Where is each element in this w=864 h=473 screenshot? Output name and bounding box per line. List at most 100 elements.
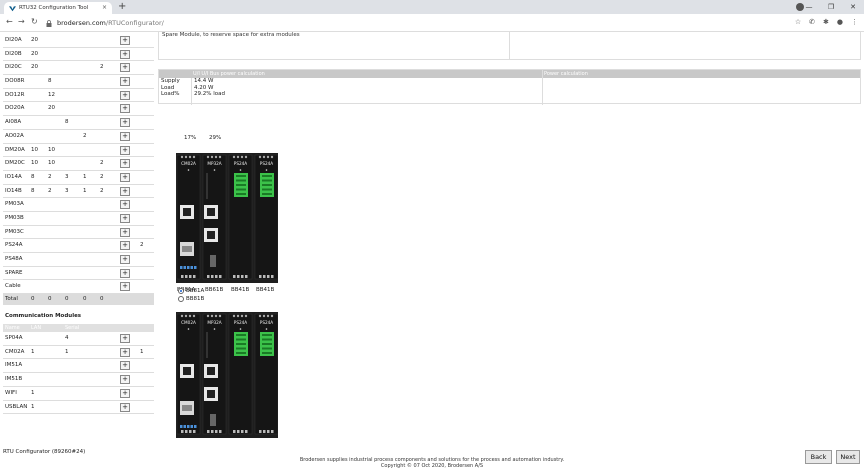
- backplane-option-bb81a[interactable]: BB81A: [178, 288, 204, 294]
- add-module-button[interactable]: +: [120, 282, 130, 292]
- add-module-button[interactable]: +: [120, 104, 130, 114]
- add-comm-module-button[interactable]: +: [120, 361, 130, 371]
- add-module-button[interactable]: +: [120, 90, 130, 100]
- reload-icon[interactable]: ↻: [31, 17, 38, 26]
- add-comm-module-button[interactable]: +: [120, 402, 130, 412]
- top-pin: [192, 155, 196, 159]
- add-module-button[interactable]: +: [120, 49, 130, 59]
- add-module-button[interactable]: +: [120, 145, 130, 155]
- top-pin: [184, 155, 188, 159]
- brodersen-favicon-icon: [9, 5, 16, 11]
- usb-port: [182, 405, 192, 411]
- top-pin: [188, 314, 192, 318]
- power-label: Load: [161, 84, 175, 91]
- add-module-button[interactable]: +: [120, 213, 130, 223]
- footer-copyright: Copyright © 07 Oct 2020, Brodersen A/S: [380, 463, 484, 469]
- window-controls: — ❐ ✕: [798, 0, 864, 14]
- bottom-pin: [271, 430, 274, 433]
- total-value: 0: [100, 296, 104, 303]
- bottom-pin: [259, 275, 262, 278]
- close-window-icon[interactable]: ✕: [842, 3, 864, 11]
- profile-icon[interactable]: ●: [837, 18, 843, 26]
- module-row-do20a: DO20A 20 +: [3, 102, 154, 117]
- rack-module-label: CM02A: [181, 320, 196, 325]
- comm-header-serial: Serial: [65, 325, 80, 332]
- terminal-screw: [236, 334, 246, 336]
- add-module-button[interactable]: +: [120, 131, 130, 141]
- module-count: 2: [140, 242, 144, 249]
- add-module-button[interactable]: +: [120, 36, 130, 45]
- tab-close-icon[interactable]: ×: [102, 4, 107, 11]
- menu-kebab-icon[interactable]: ⋮: [851, 18, 858, 26]
- add-comm-module-button[interactable]: +: [120, 375, 130, 385]
- bottom-pin: [215, 430, 218, 433]
- add-module-button[interactable]: +: [120, 227, 130, 237]
- add-comm-module-button[interactable]: +: [120, 334, 130, 344]
- dip-switch: [187, 425, 190, 428]
- back-button[interactable]: Back: [805, 450, 832, 464]
- add-module-button[interactable]: +: [120, 268, 130, 278]
- bottom-pin: [259, 430, 262, 433]
- footer: Brodersen supplies industrial process co…: [0, 457, 864, 469]
- comm-name: SP04A: [5, 335, 23, 342]
- top-pin: [258, 314, 262, 318]
- add-module-button[interactable]: +: [120, 118, 130, 128]
- backplane-option-bb81b[interactable]: BB81B: [178, 296, 204, 302]
- maximize-icon[interactable]: ❐: [820, 3, 842, 11]
- dip-switch: [190, 425, 193, 428]
- module-value: 10: [31, 146, 38, 153]
- bottom-pin: [181, 275, 184, 278]
- top-pin: [206, 314, 210, 318]
- module-name: DI20A: [5, 37, 22, 43]
- extension-puzzle-icon[interactable]: ✱: [823, 18, 829, 26]
- add-module-button[interactable]: +: [120, 172, 130, 182]
- top-pin: [258, 155, 262, 159]
- power-header: U/I U/I Bus power calculation Power calc…: [159, 70, 860, 78]
- add-module-button[interactable]: +: [120, 200, 130, 210]
- terminal-screw: [262, 334, 272, 336]
- comm-name: USBLAN: [5, 403, 28, 410]
- comm-header-row: Name LAN Serial: [3, 324, 154, 333]
- module-name: PS48A: [5, 256, 23, 262]
- bottom-pin: [193, 430, 196, 433]
- toolbar-icons: ☆ ✆ ✱ ● ⋮: [795, 18, 858, 26]
- add-module-button[interactable]: +: [120, 186, 130, 196]
- forward-arrow-icon[interactable]: →: [18, 17, 25, 26]
- rack-drawing: CM02A MP32A PS24A PS24A: [176, 313, 279, 435]
- add-module-button[interactable]: +: [120, 77, 130, 87]
- rack-image-2: CM02A MP32A PS24A PS24A: [176, 312, 279, 438]
- dip-switch: [183, 266, 186, 269]
- bottom-pin: [211, 275, 214, 278]
- tab-title: RTU32 Configuration Tool: [19, 5, 89, 11]
- add-module-button[interactable]: +: [120, 63, 130, 73]
- bookmark-star-icon[interactable]: ☆: [795, 18, 801, 26]
- top-pin: [240, 314, 244, 318]
- bottom-pin: [271, 275, 274, 278]
- phone-icon[interactable]: ✆: [809, 18, 815, 26]
- top-pin: [180, 314, 184, 318]
- bottom-pin: [233, 430, 236, 433]
- power-header-right: Power calculation: [544, 71, 588, 77]
- radio-unselected[interactable]: [178, 296, 184, 302]
- status-text: RTU Configurator (89260#24): [3, 449, 86, 455]
- next-button[interactable]: Next: [836, 450, 860, 464]
- radio-selected[interactable]: [178, 288, 184, 294]
- minimize-icon[interactable]: —: [798, 3, 820, 11]
- new-tab-button[interactable]: +: [118, 1, 126, 13]
- back-arrow-icon[interactable]: ←: [6, 17, 13, 26]
- browser-tab[interactable]: RTU32 Configuration Tool ×: [4, 2, 112, 14]
- address-bar[interactable]: brodersen.com /RTUConfigurator/: [46, 17, 786, 29]
- module-row-di20a: DI20A 20 +: [3, 34, 154, 48]
- add-module-button[interactable]: +: [120, 255, 130, 264]
- add-comm-module-button[interactable]: +: [120, 347, 130, 357]
- add-comm-module-button[interactable]: +: [120, 388, 130, 398]
- terminal-screw: [262, 179, 272, 182]
- add-module-button[interactable]: +: [120, 159, 130, 169]
- add-module-button[interactable]: +: [120, 241, 130, 251]
- ethernet-port-inner: [207, 208, 215, 216]
- module-value: 20: [31, 64, 38, 71]
- module-name: DO08R: [5, 78, 25, 85]
- module-row-dm20a: DM20A 10 10 +: [3, 144, 154, 158]
- module-name: DO12R: [5, 91, 25, 98]
- module-description-box: Spare Module, to reserve space for extra…: [158, 32, 861, 60]
